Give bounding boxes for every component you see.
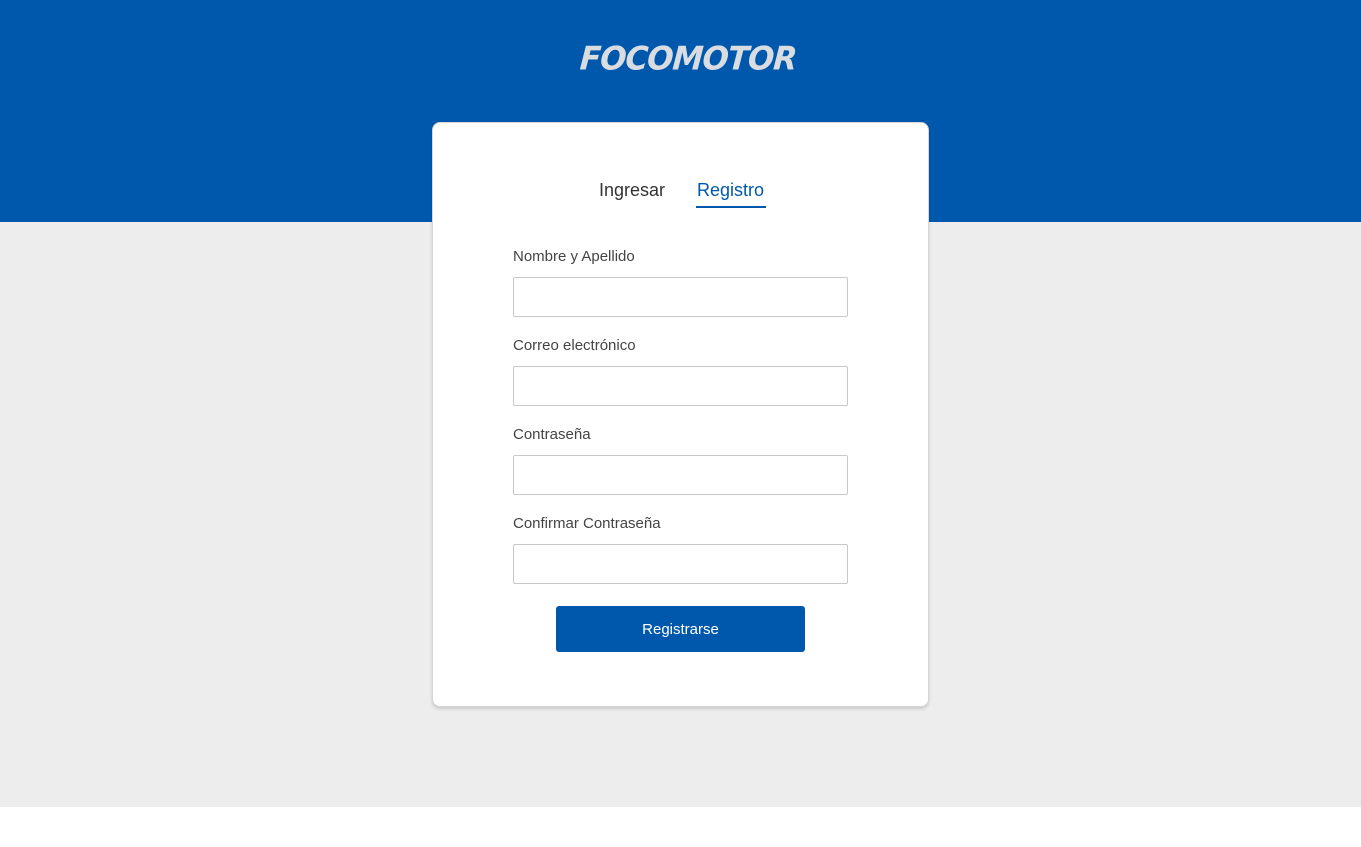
full-name-label: Nombre y Apellido <box>513 248 635 265</box>
password-input[interactable] <box>513 455 848 495</box>
confirm-password-field: Confirmar Contraseña <box>513 515 849 584</box>
logo-text: FOCOMOTOR <box>578 40 798 78</box>
register-button[interactable]: Registrarse <box>556 606 805 652</box>
full-name-field: Nombre y Apellido <box>513 248 849 317</box>
register-form: Nombre y Apellido Correo electrónico Con… <box>513 248 849 604</box>
confirm-password-label: Confirmar Contraseña <box>513 515 661 532</box>
password-field: Contraseña <box>513 426 849 495</box>
focomotor-logo[interactable]: FOCOMOTOR <box>578 40 798 78</box>
email-field: Correo electrónico <box>513 337 849 406</box>
full-name-input[interactable] <box>513 277 848 317</box>
password-label: Contraseña <box>513 426 591 443</box>
tab-ingresar[interactable]: Ingresar <box>599 178 665 206</box>
auth-tabs: Ingresar Registro <box>433 178 930 210</box>
confirm-password-input[interactable] <box>513 544 848 584</box>
tab-registro[interactable]: Registro <box>696 178 767 208</box>
auth-card: Ingresar Registro Nombre y Apellido Corr… <box>432 122 929 707</box>
email-label: Correo electrónico <box>513 337 636 354</box>
email-input[interactable] <box>513 366 848 406</box>
